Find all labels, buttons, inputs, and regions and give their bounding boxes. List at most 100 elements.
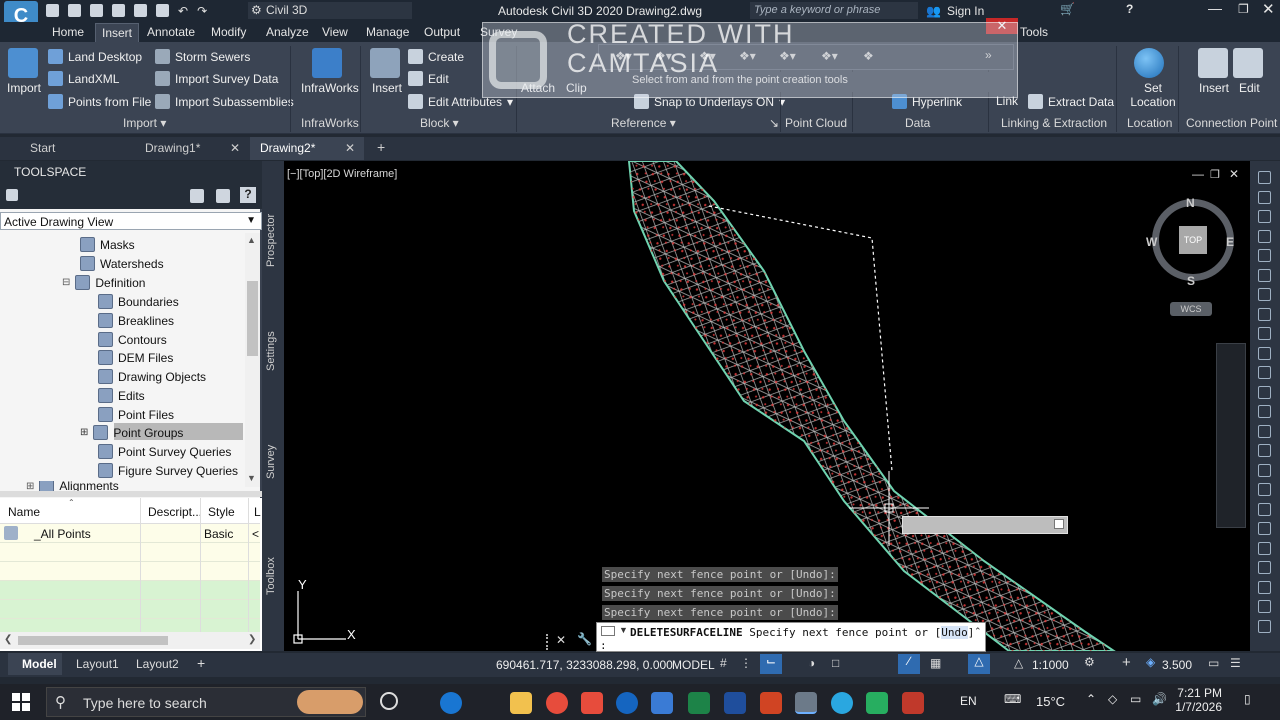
viewport-restore-icon[interactable]: ❐ [1210, 168, 1220, 181]
toolspace-list-icon[interactable] [216, 189, 230, 203]
command-line-input[interactable]: ▼ DELETESURFACELINE Specify next fence p… [596, 622, 986, 652]
viewport-close-icon[interactable]: ✕ [1229, 167, 1239, 181]
create-block-button[interactable]: Create [408, 49, 464, 64]
scrollbar-thumb[interactable] [18, 636, 168, 645]
dynamic-input-box[interactable] [902, 516, 1068, 534]
compass-east[interactable]: E [1226, 235, 1234, 249]
connection-insert-icon[interactable] [1198, 48, 1228, 78]
palette-tool-icon[interactable] [1258, 580, 1271, 594]
plot-icon[interactable] [156, 4, 169, 17]
keyboard-icon[interactable]: ⌨ [1004, 692, 1021, 706]
palette-tool-icon[interactable] [1258, 385, 1271, 399]
column-name-header[interactable]: Name [8, 505, 40, 519]
volume-icon[interactable]: 🔊 [1152, 692, 1167, 706]
palette-tool-icon[interactable] [1258, 327, 1271, 340]
elevation-value[interactable]: 3.500 [1162, 658, 1192, 672]
undo-icon[interactable]: ↶ [178, 4, 188, 18]
scrollbar-thumb[interactable] [247, 281, 258, 356]
tab-model[interactable]: Model [8, 653, 62, 675]
tree-item-point-groups[interactable]: ⊞ Point Groups [80, 425, 183, 440]
weather-temp[interactable]: 15°C [1036, 694, 1065, 709]
coordinates-readout[interactable]: 690461.717, 3233088.298, 0.000 [496, 658, 673, 672]
palette-tool-icon[interactable] [1258, 561, 1271, 574]
annotation-scale[interactable]: 1:1000 [1032, 658, 1069, 672]
tab-drawing1[interactable]: Drawing1* [145, 141, 200, 155]
new-layout-icon[interactable]: + [197, 655, 205, 671]
import-subassemblies-button[interactable]: Import Subassemblies [155, 94, 294, 109]
tab-survey-side[interactable]: Survey [265, 445, 277, 479]
edge-icon[interactable] [440, 692, 462, 714]
palette-tool-icon[interactable] [1258, 600, 1271, 613]
network-icon[interactable]: ◇ [1108, 692, 1117, 706]
signin-link[interactable]: 👥 Sign In [926, 4, 984, 18]
viewport-minimize-icon[interactable]: — [1192, 167, 1204, 181]
view-selector[interactable]: Active Drawing View ▼ [0, 212, 262, 230]
lineweight-icon[interactable]: ∕ [898, 654, 920, 674]
tab-layout1[interactable]: Layout1 [76, 657, 119, 671]
panel-import-label[interactable]: Import ▾ [123, 116, 166, 130]
app-icon[interactable] [581, 692, 603, 714]
print-icon[interactable] [134, 4, 147, 17]
expand-node-icon[interactable]: ⊞ [80, 427, 88, 438]
command-line-grip[interactable] [546, 634, 552, 650]
land-desktop-button[interactable]: Land Desktop [48, 49, 142, 64]
minimize-button[interactable]: — [1208, 0, 1222, 16]
viewcube-top-face[interactable]: TOP [1179, 226, 1207, 254]
civil3d-taskbar-icon[interactable] [795, 692, 817, 714]
open-icon[interactable] [68, 4, 81, 17]
tree-item-drawing-objects[interactable]: Drawing Objects [98, 369, 206, 384]
palette-tool-icon[interactable] [1258, 171, 1271, 184]
chrome-icon[interactable] [546, 692, 568, 714]
camtasia-recorder-icon[interactable] [866, 692, 888, 714]
viewcube-compass[interactable]: TOP [1152, 199, 1234, 281]
column-style-header[interactable]: Style [208, 505, 235, 519]
reference-expand-icon[interactable]: ↘ [769, 116, 779, 130]
panel-splitter[interactable] [0, 491, 262, 497]
add-icon[interactable]: + [1122, 654, 1131, 671]
palette-tool-icon[interactable] [1258, 210, 1271, 223]
toolspace-tree-icon[interactable] [190, 189, 204, 203]
block-insert-icon[interactable] [370, 48, 400, 78]
tab-home[interactable]: Home [52, 25, 84, 39]
snap-mode-icon[interactable]: ⋮ [740, 656, 752, 670]
tree-item-point-survey-queries[interactable]: Point Survey Queries [98, 444, 231, 459]
undo-option[interactable]: Undo [941, 626, 968, 639]
tree-item-figure-survey-queries[interactable]: Figure Survey Queries [98, 463, 238, 478]
palette-tool-icon[interactable] [1258, 190, 1271, 204]
tab-start[interactable]: Start [30, 141, 55, 155]
palette-tool-icon[interactable] [1258, 405, 1271, 418]
scroll-left-icon[interactable]: ❮ [4, 634, 12, 645]
cart-icon[interactable]: 🛒 [1060, 2, 1075, 16]
tree-item-point-files[interactable]: Point Files [98, 407, 174, 422]
palette-tool-icon[interactable] [1258, 288, 1271, 301]
command-customize-icon[interactable]: 🔧 [577, 632, 592, 646]
grid-icon[interactable]: # [720, 656, 727, 670]
palette-tool-icon[interactable] [1258, 268, 1271, 282]
search-input[interactable]: Type a keyword or phrase [750, 2, 918, 19]
tree-item-definition[interactable]: ⊟ Definition [62, 275, 145, 290]
tree-item-edits[interactable]: Edits [98, 388, 145, 403]
toolspace-help-icon[interactable]: ? [240, 187, 256, 203]
zoom-icon[interactable] [651, 692, 673, 714]
annotation-visibility-icon[interactable]: △ [968, 654, 990, 674]
storm-sewers-button[interactable]: Storm Sewers [155, 49, 250, 64]
palette-tool-icon[interactable] [1258, 229, 1271, 243]
panel-block-label[interactable]: Block ▾ [420, 116, 459, 130]
compass-north[interactable]: N [1186, 196, 1195, 210]
tab-annotate[interactable]: Annotate [147, 25, 195, 39]
model-space-toggle[interactable]: MODEL [672, 658, 715, 672]
ortho-icon[interactable]: ⌙ [760, 654, 782, 674]
table-row[interactable]: _All Points Basic < [0, 524, 260, 543]
language-indicator[interactable]: EN [960, 694, 977, 708]
palette-tool-icon[interactable] [1258, 444, 1271, 457]
tab-prospector[interactable]: Prospector [265, 214, 277, 267]
workspace-selector[interactable]: ⚙ Civil 3D [248, 2, 412, 19]
save-icon[interactable] [90, 4, 103, 17]
navigation-bar[interactable] [1216, 343, 1246, 528]
tab-modify[interactable]: Modify [211, 25, 246, 39]
close-button[interactable]: ✕ [1262, 0, 1275, 18]
tree-item-alignments[interactable]: ⊞ Alignments [26, 481, 119, 491]
tab-insert[interactable]: Insert [95, 23, 140, 42]
infraworks-button[interactable]: InfraWorks [301, 81, 359, 95]
search-highlight-icon[interactable] [297, 690, 363, 714]
